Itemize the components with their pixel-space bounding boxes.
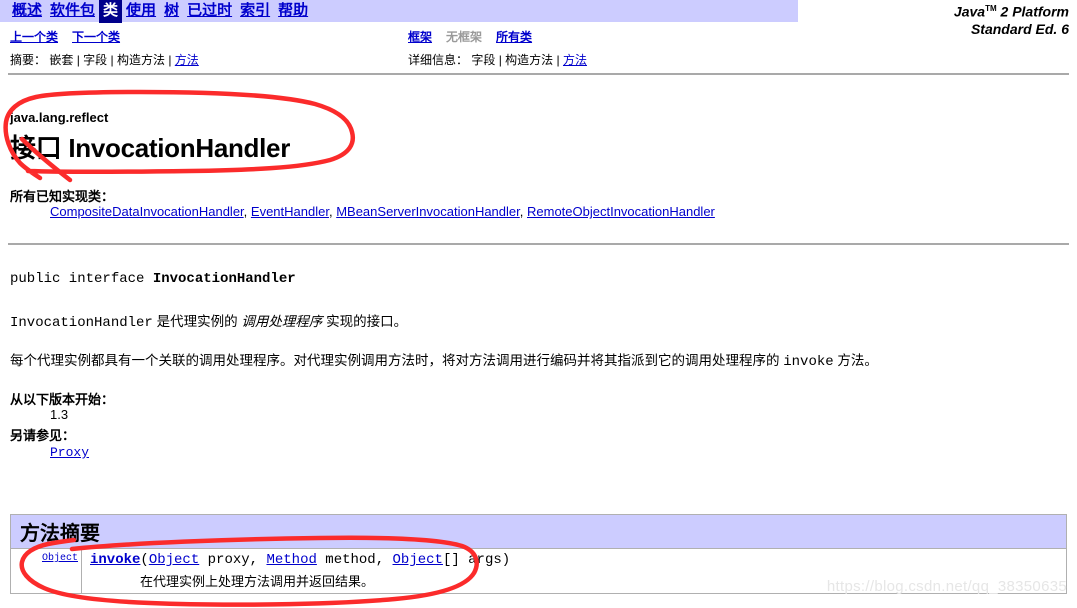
divider-declaration	[8, 243, 1069, 245]
desc1-italic-term: 调用处理程序	[241, 314, 323, 329]
summary-field: 字段	[83, 53, 108, 67]
impl-sep-2: ,	[519, 204, 527, 219]
nav-item-overview[interactable]: 概述	[8, 1, 46, 21]
secondary-navigation: 上一个类 下一个类 摘要： 嵌套 | 字段 | 构造方法 | 方法 框架 无框架 所有…	[0, 30, 1077, 68]
nav-item-deprecated[interactable]: 已过时	[183, 1, 236, 21]
summary-sep-1: |	[73, 53, 84, 67]
watermark-text: https://blog.csdn.net/qq_38350635	[826, 578, 1067, 595]
brand-trademark: TM	[985, 4, 997, 13]
next-class-link[interactable]: 下一个类	[72, 30, 120, 44]
impl-class-link-1[interactable]: EventHandler	[251, 204, 329, 219]
detail-sep-1: |	[495, 53, 506, 67]
detail-method-link[interactable]: 方法	[563, 53, 587, 67]
desc1-mono-name: InvocationHandler	[10, 315, 153, 331]
method-signature: invoke(Object proxy, Method method, Obje…	[90, 551, 1063, 570]
prev-class-link[interactable]: 上一个类	[10, 30, 58, 44]
summary-nested: 嵌套	[49, 53, 74, 67]
desc2-text-a: 每个代理实例都具有一个关联的调用处理程序。对代理实例调用方法时，将对方法调用进行…	[10, 353, 784, 368]
method-invoke-link[interactable]: invoke	[90, 552, 140, 568]
main-navigation-bar: 概述 软件包 类 使用 树 已过时 索引 帮助	[0, 0, 798, 23]
nav-item-class[interactable]: 类	[99, 0, 123, 23]
description-paragraph-2: 每个代理实例都具有一个关联的调用处理程序。对代理实例调用方法时，将对方法调用进行…	[10, 349, 878, 370]
param-type-method[interactable]: Method	[266, 552, 316, 568]
detail-field: 字段	[471, 53, 496, 67]
param-name-method: method,	[316, 552, 393, 568]
detail-links-row: 详细信息： 字段 | 构造方法 | 方法	[408, 53, 587, 68]
brand-platform: 2 Platform	[996, 3, 1069, 20]
see-also-value: Proxy	[50, 445, 89, 460]
frame-links-row: 框架 无框架 所有类	[408, 30, 587, 45]
detail-sep-2: |	[553, 53, 563, 67]
desc1-text-a: 是代理实例的	[152, 314, 242, 329]
method-summary-header-row: 方法摘要	[10, 514, 1067, 549]
package-name: java.lang.reflect	[10, 110, 109, 125]
since-label: 从以下版本开始：	[10, 392, 115, 407]
declaration-name: InvocationHandler	[152, 271, 296, 287]
detail-constructor: 构造方法	[505, 53, 554, 67]
detail-label: 详细信息：	[408, 53, 469, 67]
noframes-link[interactable]: 无框架	[446, 30, 482, 44]
impl-sep-0: ,	[243, 204, 251, 219]
all-classes-link[interactable]: 所有类	[496, 30, 532, 44]
sig-close-paren: )	[501, 552, 511, 568]
page-title: 接口 InvocationHandler	[10, 133, 291, 163]
method-summary-header-cell: 方法摘要	[10, 514, 1067, 549]
subnav-right-column: 框架 无框架 所有类 详细信息： 字段 | 构造方法 | 方法	[408, 30, 587, 68]
nav-item-use[interactable]: 使用	[122, 1, 160, 21]
desc2-mono-invoke: invoke	[783, 354, 834, 370]
impl-class-link-2[interactable]: MBeanServerInvocationHandler	[336, 204, 520, 219]
param-name-proxy: proxy,	[199, 552, 267, 568]
param-name-args: [] args	[442, 552, 502, 568]
implementing-classes-list: CompositeDataInvocationHandler, EventHan…	[50, 204, 715, 219]
summary-links-row: 摘要： 嵌套 | 字段 | 构造方法 | 方法	[10, 53, 199, 68]
nav-item-packages[interactable]: 软件包	[46, 1, 99, 21]
divider-top	[8, 73, 1069, 75]
desc2-text-b: 方法。	[833, 353, 878, 368]
class-prev-next-links: 上一个类 下一个类	[10, 30, 199, 45]
method-summary-title: 方法摘要	[20, 523, 100, 545]
summary-sep-2: |	[107, 53, 117, 67]
summary-sep-3: |	[165, 53, 175, 67]
nav-item-index[interactable]: 索引	[236, 1, 274, 21]
sig-open-paren: (	[140, 552, 149, 568]
implementing-classes-label: 所有已知实现类：	[10, 189, 115, 204]
brand-java: Java	[953, 3, 986, 20]
param-type-object-1[interactable]: Object	[149, 552, 199, 568]
description-paragraph-1: InvocationHandler 是代理实例的 调用处理程序 实现的接口。	[10, 310, 407, 331]
desc1-text-b: 实现的接口。	[322, 314, 408, 329]
summary-method-link[interactable]: 方法	[175, 53, 199, 67]
see-also-proxy-link[interactable]: Proxy	[50, 445, 89, 460]
impl-class-link-0[interactable]: CompositeDataInvocationHandler	[50, 204, 244, 219]
impl-class-link-3[interactable]: RemoteObjectInvocationHandler	[527, 204, 715, 219]
frames-link[interactable]: 框架	[408, 30, 432, 44]
summary-constructor: 构造方法	[116, 53, 165, 67]
brand-line-1: JavaTM 2 Platform	[809, 0, 1069, 21]
nav-item-help[interactable]: 帮助	[274, 1, 312, 21]
since-value: 1.3	[50, 407, 69, 422]
nav-item-tree[interactable]: 树	[160, 1, 183, 21]
subnav-left-column: 上一个类 下一个类 摘要： 嵌套 | 字段 | 构造方法 | 方法	[10, 30, 199, 68]
summary-label: 摘要：	[10, 53, 47, 67]
method-return-type-link[interactable]: Object	[42, 553, 78, 564]
class-declaration: public interface InvocationHandler	[10, 271, 296, 287]
param-type-object-2[interactable]: Object	[393, 552, 443, 568]
declaration-modifiers: public interface	[10, 271, 153, 287]
method-return-type-cell: Object	[10, 548, 82, 594]
see-also-label: 另请参见：	[10, 428, 76, 443]
